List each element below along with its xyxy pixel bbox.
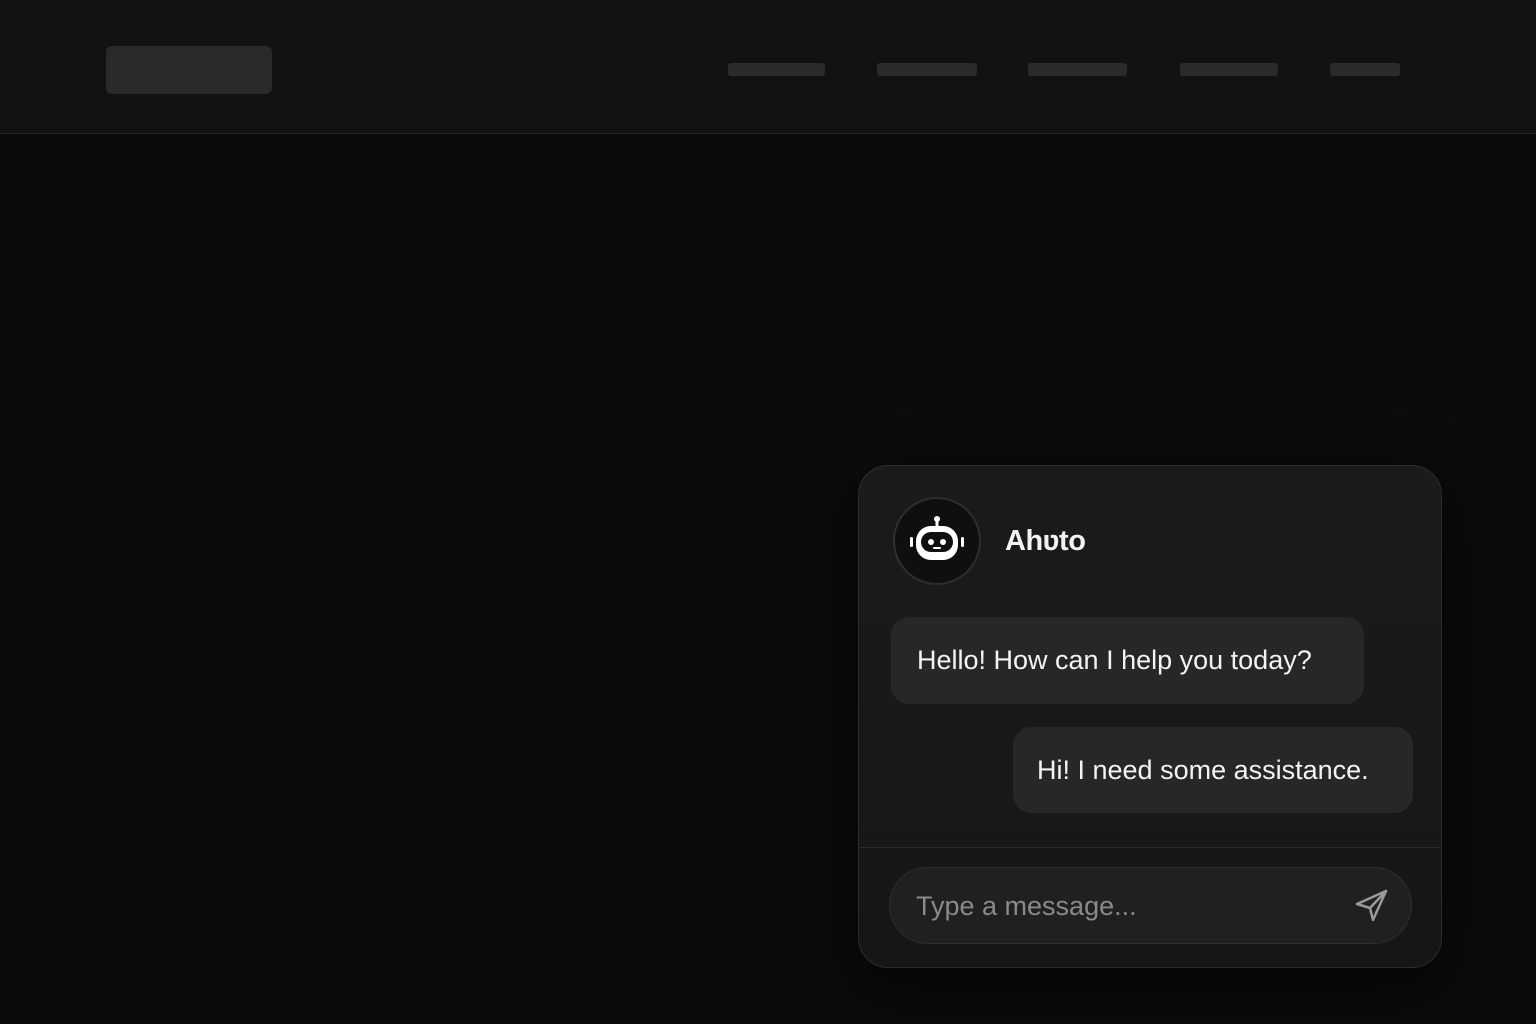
nav-item-placeholder[interactable] [1028,63,1127,76]
bot-avatar [893,497,981,585]
message-input[interactable] [914,868,1338,945]
composer-divider [859,847,1441,848]
user-message-bubble: Hi! I need some assistance. [1013,727,1413,813]
message-composer [889,867,1412,945]
top-navigation-bar [0,0,1536,134]
bot-message-bubble: Hello! How can I help you today? [891,617,1364,704]
send-button[interactable] [1352,886,1392,926]
logo-placeholder[interactable] [106,46,272,94]
nav-item-placeholder[interactable] [1330,63,1400,76]
send-icon [1355,889,1388,922]
nav-item-placeholder[interactable] [728,63,825,76]
nav-item-placeholder[interactable] [1180,63,1278,76]
robot-icon [910,516,964,560]
bot-name: Ahʋto [1005,525,1086,557]
chat-widget: Ahʋto Hello! How can I help you today? H… [858,465,1442,968]
nav-item-placeholder[interactable] [877,63,977,76]
